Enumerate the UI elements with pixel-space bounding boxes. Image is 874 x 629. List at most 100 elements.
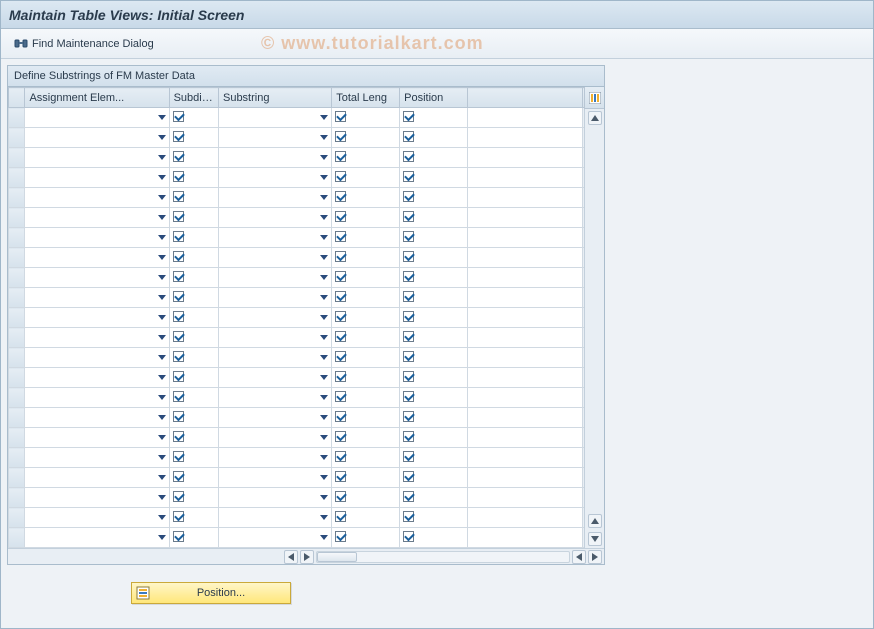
hscroll-track[interactable] [316, 551, 570, 563]
cell-position[interactable] [400, 168, 468, 188]
cell-position[interactable] [400, 468, 468, 488]
cell-assignment[interactable] [25, 108, 169, 128]
cell-assignment[interactable] [25, 148, 169, 168]
cell-total-leng[interactable] [332, 408, 400, 428]
dropdown[interactable] [28, 428, 165, 447]
checkbox[interactable] [173, 411, 184, 422]
cell-substring[interactable] [218, 528, 331, 548]
checkbox[interactable] [403, 231, 414, 242]
row-selector[interactable] [9, 368, 25, 388]
checkbox[interactable] [403, 251, 414, 262]
cell-position[interactable] [400, 228, 468, 248]
dropdown[interactable] [222, 208, 328, 227]
row-selector[interactable] [9, 128, 25, 148]
dropdown[interactable] [28, 228, 165, 247]
checkbox[interactable] [403, 111, 414, 122]
dropdown[interactable] [28, 528, 165, 547]
dropdown[interactable] [28, 308, 165, 327]
checkbox[interactable] [403, 191, 414, 202]
dropdown[interactable] [222, 488, 328, 507]
cell-substring[interactable] [218, 208, 331, 228]
dropdown[interactable] [28, 368, 165, 387]
dropdown[interactable] [28, 248, 165, 267]
checkbox[interactable] [335, 451, 346, 462]
dropdown[interactable] [222, 308, 328, 327]
row-selector[interactable] [9, 148, 25, 168]
cell-substring[interactable] [218, 488, 331, 508]
scroll-down-button[interactable] [588, 532, 602, 546]
cell-subdiv[interactable] [169, 208, 218, 228]
cell-substring[interactable] [218, 128, 331, 148]
cell-assignment[interactable] [25, 208, 169, 228]
dropdown[interactable] [28, 328, 165, 347]
cell-subdiv[interactable] [169, 188, 218, 208]
checkbox[interactable] [403, 271, 414, 282]
checkbox[interactable] [403, 431, 414, 442]
cell-substring[interactable] [218, 328, 331, 348]
checkbox[interactable] [173, 291, 184, 302]
checkbox[interactable] [403, 351, 414, 362]
checkbox[interactable] [335, 531, 346, 542]
cell-substring[interactable] [218, 508, 331, 528]
checkbox[interactable] [335, 471, 346, 482]
cell-assignment[interactable] [25, 268, 169, 288]
cell-substring[interactable] [218, 248, 331, 268]
dropdown[interactable] [222, 528, 328, 547]
cell-assignment[interactable] [25, 308, 169, 328]
dropdown[interactable] [28, 468, 165, 487]
cell-position[interactable] [400, 348, 468, 368]
checkbox[interactable] [403, 151, 414, 162]
checkbox[interactable] [335, 251, 346, 262]
checkbox[interactable] [335, 131, 346, 142]
find-maintenance-button[interactable]: Find Maintenance Dialog [7, 34, 161, 54]
dropdown[interactable] [222, 148, 328, 167]
cell-total-leng[interactable] [332, 248, 400, 268]
row-selector[interactable] [9, 388, 25, 408]
dropdown[interactable] [222, 288, 328, 307]
checkbox[interactable] [335, 511, 346, 522]
checkbox[interactable] [173, 371, 184, 382]
cell-assignment[interactable] [25, 448, 169, 468]
checkbox[interactable] [403, 531, 414, 542]
cell-substring[interactable] [218, 348, 331, 368]
cell-assignment[interactable] [25, 248, 169, 268]
checkbox[interactable] [173, 151, 184, 162]
checkbox[interactable] [173, 531, 184, 542]
configure-columns-button[interactable] [584, 87, 604, 109]
checkbox[interactable] [173, 331, 184, 342]
scroll-right-button[interactable] [588, 550, 602, 564]
cell-subdiv[interactable] [169, 408, 218, 428]
checkbox[interactable] [173, 111, 184, 122]
cell-position[interactable] [400, 328, 468, 348]
cell-position[interactable] [400, 188, 468, 208]
cell-total-leng[interactable] [332, 388, 400, 408]
checkbox[interactable] [173, 311, 184, 322]
checkbox[interactable] [403, 371, 414, 382]
cell-assignment[interactable] [25, 428, 169, 448]
dropdown[interactable] [28, 108, 165, 127]
cell-total-leng[interactable] [332, 188, 400, 208]
row-selector[interactable] [9, 268, 25, 288]
cell-total-leng[interactable] [332, 208, 400, 228]
cell-substring[interactable] [218, 468, 331, 488]
dropdown[interactable] [222, 368, 328, 387]
dropdown[interactable] [28, 448, 165, 467]
dropdown[interactable] [28, 208, 165, 227]
row-selector[interactable] [9, 288, 25, 308]
cell-substring[interactable] [218, 448, 331, 468]
cell-total-leng[interactable] [332, 508, 400, 528]
row-selector[interactable] [9, 428, 25, 448]
dropdown[interactable] [222, 408, 328, 427]
cell-substring[interactable] [218, 268, 331, 288]
cell-subdiv[interactable] [169, 228, 218, 248]
cell-assignment[interactable] [25, 228, 169, 248]
dropdown[interactable] [222, 248, 328, 267]
checkbox[interactable] [173, 131, 184, 142]
cell-total-leng[interactable] [332, 528, 400, 548]
col-assignment[interactable]: Assignment Elem... [25, 88, 169, 108]
checkbox[interactable] [403, 491, 414, 502]
cell-total-leng[interactable] [332, 368, 400, 388]
row-selector[interactable] [9, 468, 25, 488]
dropdown[interactable] [222, 108, 328, 127]
cell-position[interactable] [400, 428, 468, 448]
